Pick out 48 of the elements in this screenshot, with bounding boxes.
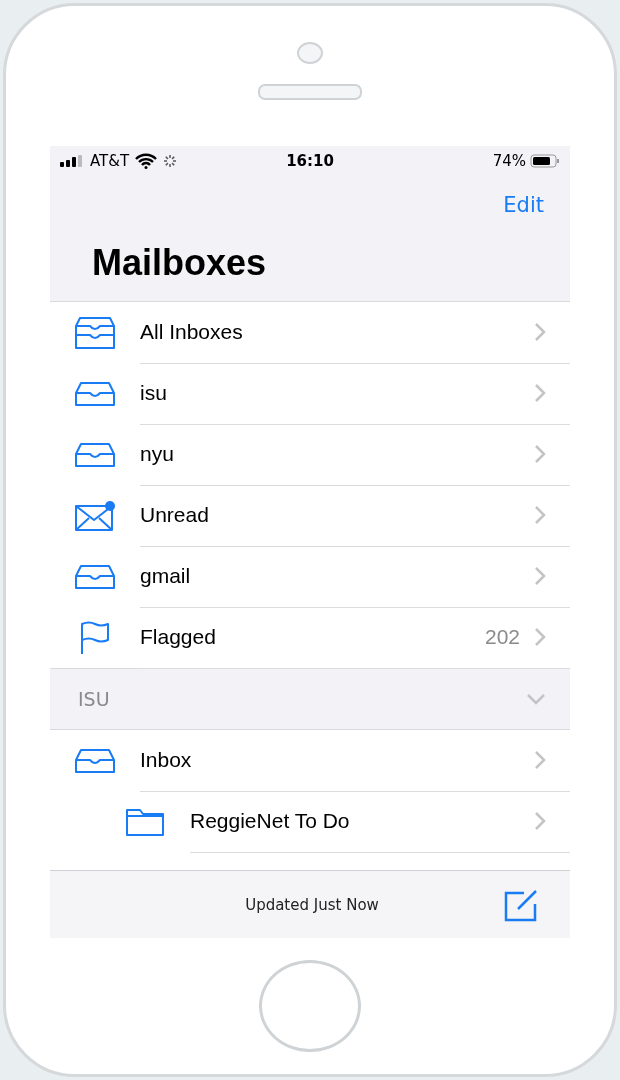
mailbox-label: isu xyxy=(140,381,168,405)
mailbox-row[interactable]: All Inboxes xyxy=(50,302,570,363)
folder-icon xyxy=(125,806,165,837)
chevron-right-icon xyxy=(534,444,546,464)
mailbox-label: Flagged xyxy=(140,625,217,649)
chevron-right-icon xyxy=(534,627,546,647)
chevron-right-icon xyxy=(534,750,546,770)
compose-icon[interactable] xyxy=(504,887,540,922)
mailbox-row[interactable]: gmail xyxy=(50,546,570,607)
mailbox-row[interactable]: Flagged 202 xyxy=(50,607,570,668)
speaker-icon xyxy=(258,84,362,100)
mailbox-label: nyu xyxy=(140,442,175,466)
carrier-name: AT&T xyxy=(90,152,130,170)
tray-icon xyxy=(74,747,116,774)
chevron-right-icon xyxy=(534,322,546,342)
page-title: Mailboxes xyxy=(91,241,268,285)
spinner-icon xyxy=(163,154,178,168)
battery-icon xyxy=(530,154,560,168)
stacked-trays-icon xyxy=(74,315,116,350)
chevron-down-icon xyxy=(526,693,546,705)
clock-time: 16:10 xyxy=(286,152,334,170)
mailbox-count: 202 xyxy=(484,625,520,649)
mailbox-label: All Inboxes xyxy=(140,320,244,344)
envelope-dot-icon xyxy=(74,499,116,532)
flag-icon xyxy=(79,620,111,655)
camera-icon xyxy=(297,42,323,64)
tray-icon xyxy=(74,563,116,590)
signal-icon xyxy=(60,155,84,167)
edit-link[interactable]: Edit xyxy=(503,192,544,217)
mailbox-label: gmail xyxy=(140,564,192,588)
update-status: Updated Just Now xyxy=(244,895,380,914)
mailbox-label: Inbox xyxy=(140,748,193,772)
wifi-icon xyxy=(135,153,158,169)
mailbox-label: ReggieNet To Do xyxy=(190,809,351,833)
chevron-right-icon xyxy=(534,505,546,525)
mailbox-row[interactable]: Inbox xyxy=(50,730,570,791)
mailbox-row[interactable]: nyu xyxy=(50,424,570,485)
mailbox-row[interactable]: Unread xyxy=(50,485,570,546)
battery-percent: 74% xyxy=(492,152,526,170)
chevron-right-icon xyxy=(534,811,546,831)
mailbox-label: Unread xyxy=(140,503,210,527)
section-title: ISU xyxy=(78,688,111,710)
tray-icon xyxy=(74,380,116,407)
chevron-right-icon xyxy=(534,566,546,586)
tray-icon xyxy=(74,441,116,468)
chevron-right-icon xyxy=(534,383,546,403)
mailbox-row[interactable]: isu xyxy=(50,363,570,424)
mailbox-row[interactable]: ReggieNet To Do xyxy=(50,791,570,852)
